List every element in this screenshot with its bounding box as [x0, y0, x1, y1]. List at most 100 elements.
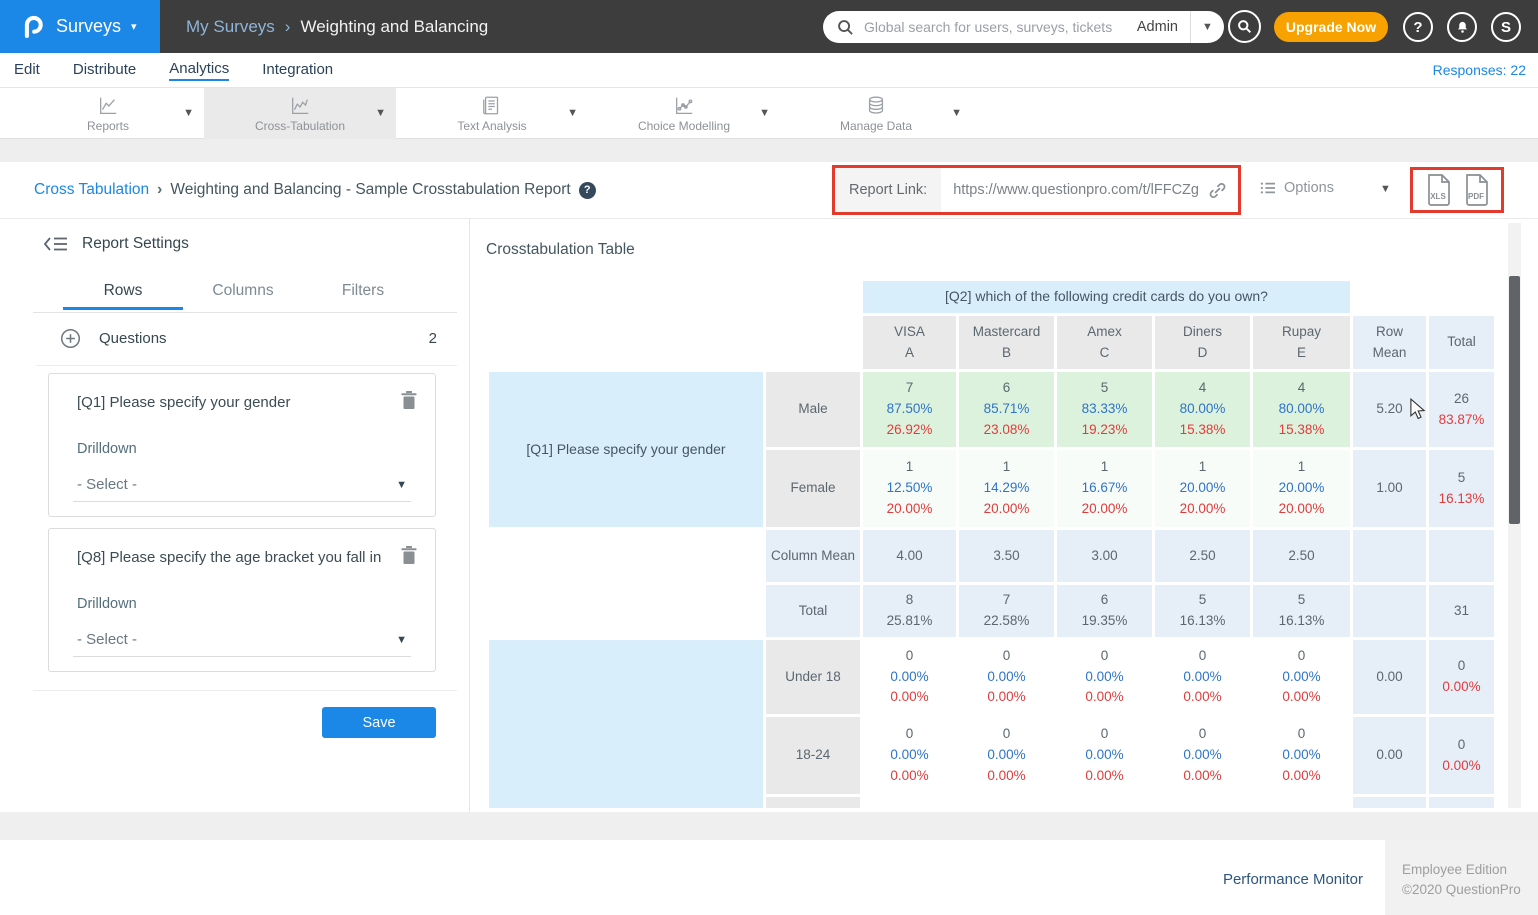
data-cell: 583.33%19.23%	[1057, 372, 1152, 447]
report-header: Cross Tabulation › Weighting and Balanci…	[0, 162, 1538, 219]
report-title: Weighting and Balancing - Sample Crossta…	[170, 181, 570, 199]
line-chart-icon	[97, 95, 119, 117]
performance-monitor-link[interactable]: Performance Monitor	[1223, 871, 1363, 888]
tool-label: Text Analysis	[457, 119, 526, 133]
table-scrollbar-thumb[interactable]	[1509, 276, 1520, 524]
export-pdf-icon[interactable]: PDF	[1463, 174, 1489, 206]
tool-label: Choice Modelling	[638, 119, 730, 133]
row-mean-cell: 1.00	[1353, 450, 1426, 527]
chevron-down-icon[interactable]: ▼	[1190, 11, 1224, 43]
row-total-cell: 2683.87%	[1429, 372, 1494, 447]
row-mean-header: RowMean	[1353, 316, 1426, 369]
responses-count: Responses: 22	[1433, 62, 1538, 78]
data-cell: 114.29%20.00%	[959, 450, 1054, 527]
partial-row-cell	[766, 797, 860, 808]
total-cell: 825.81%	[863, 585, 956, 637]
nav-item-edit[interactable]: Edit	[14, 61, 40, 79]
help-button[interactable]: ?	[1403, 12, 1433, 42]
total-header: Total	[1429, 316, 1494, 369]
delete-question-icon[interactable]	[401, 391, 417, 410]
survey-name: Weighting and Balancing	[300, 17, 488, 37]
search-scope-dropdown[interactable]: Admin	[1137, 19, 1190, 35]
global-search[interactable]: Admin ▼	[823, 11, 1224, 43]
partial-row-cell	[1429, 797, 1494, 808]
chevron-down-icon[interactable]: ▼	[759, 107, 770, 119]
questions-label: Questions	[99, 330, 167, 347]
panel-header: Report Settings	[44, 235, 189, 253]
nav-item-distribute[interactable]: Distribute	[73, 61, 136, 79]
report-link-label: Report Link:	[835, 168, 941, 212]
data-cell: 00.00%0.00%	[863, 640, 956, 714]
data-cell: 120.00%20.00%	[1155, 450, 1250, 527]
drilldown-select[interactable]: - Select - ▼	[73, 623, 411, 657]
tool-cross-tabulation[interactable]: Cross-Tabulation ▼	[204, 88, 396, 139]
edition-label: Employee Edition	[1402, 860, 1538, 880]
question-title: [Q1] Please specify your gender	[77, 394, 290, 411]
report-settings-panel: Report Settings Rows Columns Filters Que…	[0, 219, 470, 812]
data-cell: 116.67%20.00%	[1057, 450, 1152, 527]
product-menu[interactable]: Surveys ▾	[0, 0, 160, 53]
my-surveys-link[interactable]: My Surveys	[186, 17, 275, 37]
data-cell: 787.50%26.92%	[863, 372, 956, 447]
notifications-button[interactable]	[1447, 12, 1477, 42]
data-cell: 480.00%15.38%	[1253, 372, 1350, 447]
crosstab-area: Crosstabulation Table [Q2] which of the …	[470, 219, 1538, 812]
chevron-down-icon[interactable]: ▼	[1380, 183, 1391, 195]
chevron-down-icon[interactable]: ▼	[183, 107, 194, 119]
add-question-icon[interactable]	[60, 328, 81, 349]
tool-choice-modelling[interactable]: Choice Modelling ▼	[588, 88, 780, 139]
breadcrumb-separator: ›	[285, 17, 291, 37]
tab-columns[interactable]: Columns	[183, 279, 303, 310]
link-icon[interactable]	[1208, 181, 1227, 200]
data-cell: 480.00%15.38%	[1155, 372, 1250, 447]
data-cell: 120.00%20.00%	[1253, 450, 1350, 527]
chevron-down-icon[interactable]: ▼	[567, 107, 578, 119]
search-icon	[1237, 19, 1252, 34]
page-background-strip	[0, 139, 1538, 162]
data-cell: 00.00%0.00%	[1155, 717, 1250, 794]
report-link-url[interactable]: https://www.questionpro.com/t/lFFCZg	[941, 181, 1238, 200]
total-row-label: Total	[766, 585, 860, 637]
chevron-down-icon[interactable]: ▼	[951, 107, 962, 119]
chevron-down-icon[interactable]: ▼	[375, 107, 386, 119]
chevron-down-icon: ▼	[396, 479, 407, 491]
data-cell: 00.00%0.00%	[959, 640, 1054, 714]
tool-reports[interactable]: Reports ▼	[12, 88, 204, 139]
report-link-text: https://www.questionpro.com/t/lFFCZg	[953, 182, 1199, 198]
grand-total-cell: 31	[1429, 585, 1494, 637]
export-xls-icon[interactable]: XLS	[1425, 174, 1451, 206]
tab-rows[interactable]: Rows	[63, 279, 183, 310]
tool-label: Reports	[87, 119, 129, 133]
row-label-under-18: Under 18	[766, 640, 860, 714]
tool-manage-data[interactable]: Manage Data ▼	[780, 88, 972, 139]
column-header-diners: DinersD	[1155, 316, 1250, 369]
tab-filters[interactable]: Filters	[303, 279, 423, 310]
row-question-cell-q1: [Q1] Please specify your gender	[489, 372, 763, 527]
divider	[36, 365, 457, 366]
nav-item-analytics[interactable]: Analytics	[169, 60, 229, 81]
cross-tabulation-link[interactable]: Cross Tabulation	[34, 181, 149, 199]
breadcrumb: Cross Tabulation › Weighting and Balanci…	[34, 181, 596, 199]
questions-count: 2	[429, 330, 437, 347]
total-cell: 516.13%	[1253, 585, 1350, 637]
options-dropdown[interactable]: Options	[1260, 180, 1334, 196]
save-button[interactable]: Save	[322, 707, 436, 738]
help-icon[interactable]: ?	[579, 182, 596, 199]
total-cell: 516.13%	[1155, 585, 1250, 637]
breadcrumb-separator: ›	[157, 181, 162, 199]
chevron-down-icon[interactable]: ▾	[131, 20, 137, 33]
row-total-cell: 00.00%	[1429, 640, 1494, 714]
main-content: Report Settings Rows Columns Filters Que…	[0, 219, 1538, 812]
nav-item-integration[interactable]: Integration	[262, 61, 333, 79]
collapse-panel-icon[interactable]	[44, 236, 68, 252]
partial-row-cell	[1353, 797, 1426, 808]
report-link-highlight: Report Link: https://www.questionpro.com…	[832, 165, 1241, 215]
search-input[interactable]	[862, 18, 1137, 36]
upgrade-now-button[interactable]: Upgrade Now	[1274, 12, 1388, 42]
database-icon	[865, 95, 887, 117]
delete-question-icon[interactable]	[401, 546, 417, 565]
search-submit-button[interactable]	[1228, 10, 1261, 43]
drilldown-select[interactable]: - Select - ▼	[73, 468, 411, 502]
tool-text-analysis[interactable]: Text Analysis ▼	[396, 88, 588, 139]
user-avatar[interactable]: S	[1491, 12, 1521, 42]
